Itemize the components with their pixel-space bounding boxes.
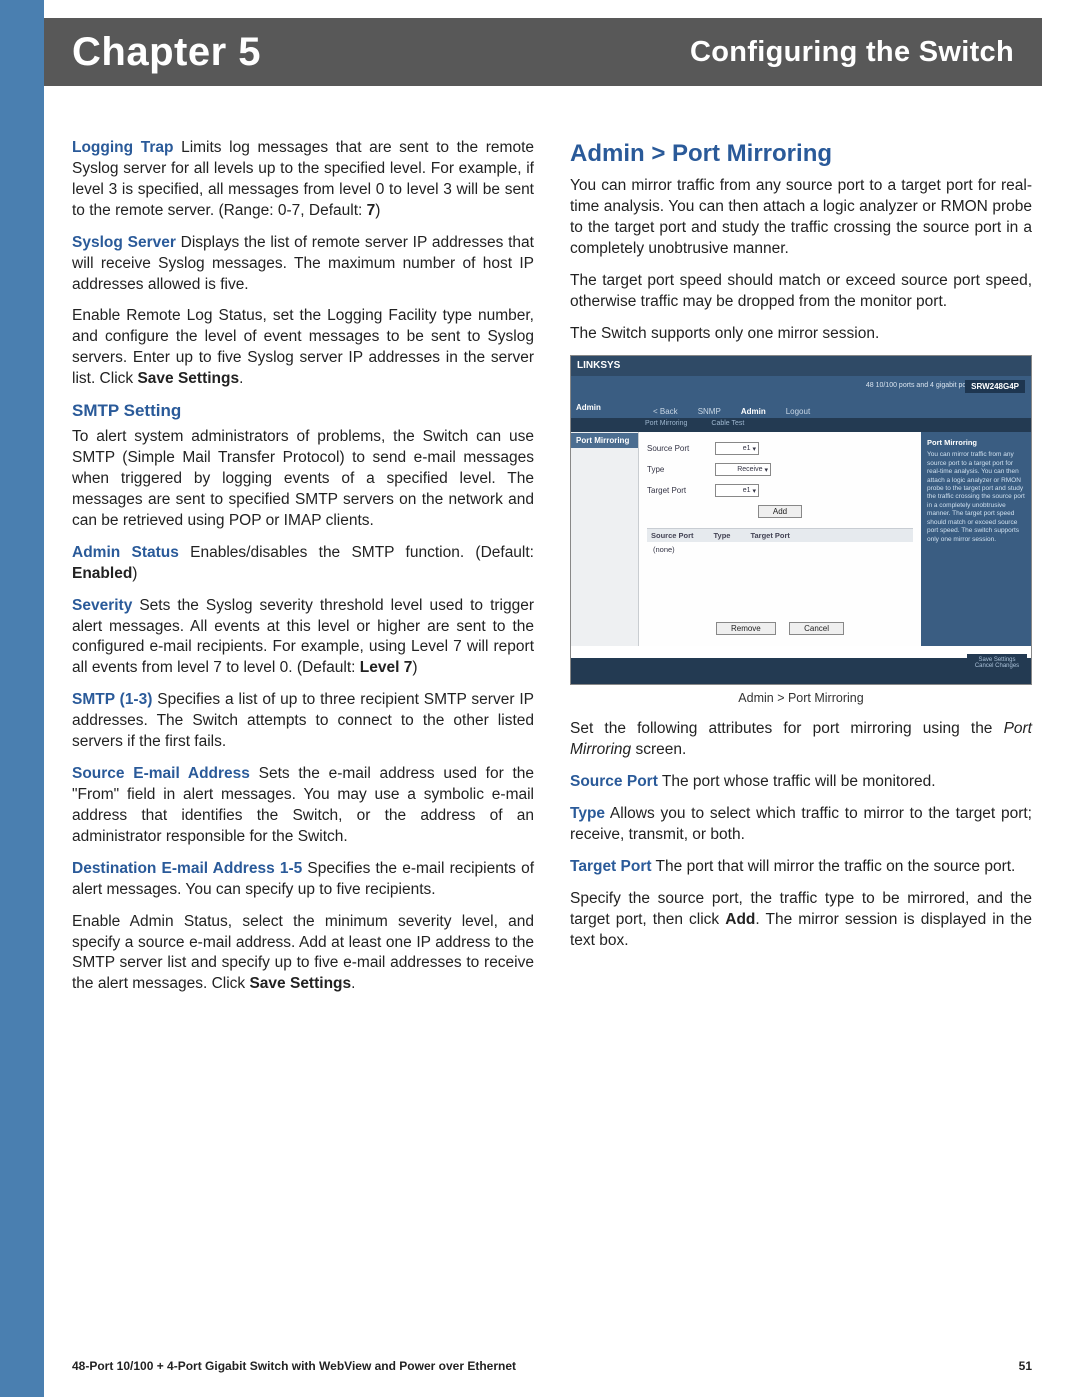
para-severity: Severity Sets the Syslog severity thresh… [72, 596, 534, 680]
term-severity: Severity [72, 597, 132, 614]
para-source-port: Source Port The port whose traffic will … [570, 772, 1032, 793]
para-target-port: Target Port The port that will mirror th… [570, 857, 1032, 878]
ui-row-target: Target Port e1 [647, 484, 913, 497]
ui-help-title: Port Mirroring [927, 438, 1025, 448]
ui-label-type: Type [647, 465, 707, 474]
para-mirror-speed: The target port speed should match or ex… [570, 271, 1032, 313]
ui-foot-buttons: Remove Cancel [647, 622, 913, 635]
para-set-attrs: Set the following attributes for port mi… [570, 719, 1032, 761]
para-mirror-one: The Switch supports only one mirror sess… [570, 324, 1032, 345]
ui-th-target: Target Port [750, 531, 789, 540]
ui-submenu: Port Mirroring Cable Test [571, 418, 1031, 432]
term-admin-status: Admin Status [72, 544, 179, 561]
ui-save-box[interactable]: Save Settings Cancel Changes [967, 654, 1027, 680]
ui-tab-admin[interactable]: Admin [733, 405, 774, 418]
ui-tab-logout[interactable]: Logout [778, 405, 818, 418]
term-source-port: Source Port [570, 773, 658, 790]
ui-row-type: Type Receive [647, 463, 913, 476]
ui-side-item[interactable]: Port Mirroring [571, 433, 638, 448]
ui-session-table: Source Port Type Target Port (none) [647, 528, 913, 614]
ui-brand: LINKSYS [571, 356, 1031, 376]
ui-label-source: Source Port [647, 444, 707, 453]
para-syslog-server: Syslog Server Displays the list of remot… [72, 233, 534, 296]
ui-select-target[interactable]: e1 [715, 484, 759, 497]
chapter-number: Chapter 5 [72, 30, 261, 75]
left-column: Logging Trap Limits log messages that ar… [72, 138, 534, 1006]
para-enable-remote: Enable Remote Log Status, set the Loggin… [72, 306, 534, 390]
ui-label-target: Target Port [647, 486, 707, 495]
ui-add-button[interactable]: Add [758, 505, 802, 518]
term-syslog-server: Syslog Server [72, 234, 176, 251]
para-dest-email: Destination E-mail Address 1-5 Specifies… [72, 859, 534, 901]
para-source-email: Source E-mail Address Sets the e-mail ad… [72, 764, 534, 848]
port-mirroring-heading: Admin > Port Mirroring [570, 140, 1032, 168]
term-smtp13: SMTP (1-3) [72, 691, 152, 708]
ui-td-none: (none) [647, 542, 913, 557]
para-admin-status: Admin Status Enables/disables the SMTP f… [72, 543, 534, 585]
ui-tab-back[interactable]: < Back [645, 405, 686, 418]
ui-tagline-bar: 48 10/100 ports and 4 gigabit ports with… [571, 376, 1031, 400]
para-mirror-intro: You can mirror traffic from any source p… [570, 176, 1032, 260]
smtp-heading: SMTP Setting [72, 401, 534, 421]
ui-menu-pm[interactable]: Port Mirroring [645, 420, 687, 432]
ui-help-panel: Port Mirroring You can mirror traffic fr… [921, 432, 1031, 646]
term-target-port: Target Port [570, 858, 652, 875]
term-dest-email: Destination E-mail Address 1-5 [72, 860, 302, 877]
ui-cancel-label: Cancel Changes [967, 663, 1027, 669]
para-smtp13: SMTP (1-3) Specifies a list of up to thr… [72, 690, 534, 753]
ui-tabs: Admin < Back SNMP Admin Logout [571, 400, 1031, 418]
ui-select-type[interactable]: Receive [715, 463, 771, 476]
term-type: Type [570, 805, 605, 822]
para-smtp-intro: To alert system administrators of proble… [72, 427, 534, 532]
ui-cancel-button[interactable]: Cancel [789, 622, 844, 635]
right-column: Admin > Port Mirroring You can mirror tr… [570, 138, 1032, 1006]
ui-row-source: Source Port e1 [647, 442, 913, 455]
ui-remove-button[interactable]: Remove [716, 622, 776, 635]
chapter-header: Chapter 5 Configuring the Switch [44, 18, 1042, 86]
ui-sidebar: Port Mirroring [571, 432, 639, 646]
page-number: 51 [1019, 1359, 1032, 1373]
screenshot-caption: Admin > Port Mirroring [570, 691, 1032, 705]
port-mirroring-screenshot: LINKSYS 48 10/100 ports and 4 gigabit po… [570, 355, 1032, 685]
ui-table-header: Source Port Type Target Port [647, 529, 913, 542]
ui-tab-snmp[interactable]: SNMP [690, 405, 729, 418]
ui-body: Port Mirroring Source Port e1 Type Recei… [571, 432, 1031, 646]
ui-model-badge: SRW248G4P [965, 380, 1025, 393]
footer-product: 48-Port 10/100 + 4-Port Gigabit Switch w… [72, 1359, 516, 1373]
ui-th-type: Type [714, 531, 731, 540]
ui-menu-cable[interactable]: Cable Test [711, 420, 744, 432]
page-footer: 48-Port 10/100 + 4-Port Gigabit Switch w… [72, 1359, 1032, 1373]
term-source-email: Source E-mail Address [72, 765, 250, 782]
ui-th-source: Source Port [651, 531, 694, 540]
page-content: Logging Trap Limits log messages that ar… [72, 138, 1032, 1006]
chapter-title: Configuring the Switch [690, 36, 1014, 69]
ui-select-source[interactable]: e1 [715, 442, 759, 455]
para-enable-admin: Enable Admin Status, select the minimum … [72, 912, 534, 996]
para-logging-trap: Logging Trap Limits log messages that ar… [72, 138, 534, 222]
term-logging-trap: Logging Trap [72, 139, 173, 156]
para-specify: Specify the source port, the traffic typ… [570, 889, 1032, 952]
ui-bottom-bar [571, 658, 1031, 684]
ui-help-body: You can mirror traffic from any source p… [927, 451, 1025, 542]
ui-side-admin: Admin [571, 400, 639, 418]
ui-main-panel: Source Port e1 Type Receive Target Port … [639, 432, 921, 646]
para-type: Type Allows you to select which traffic … [570, 804, 1032, 846]
left-stripe [0, 0, 44, 1397]
